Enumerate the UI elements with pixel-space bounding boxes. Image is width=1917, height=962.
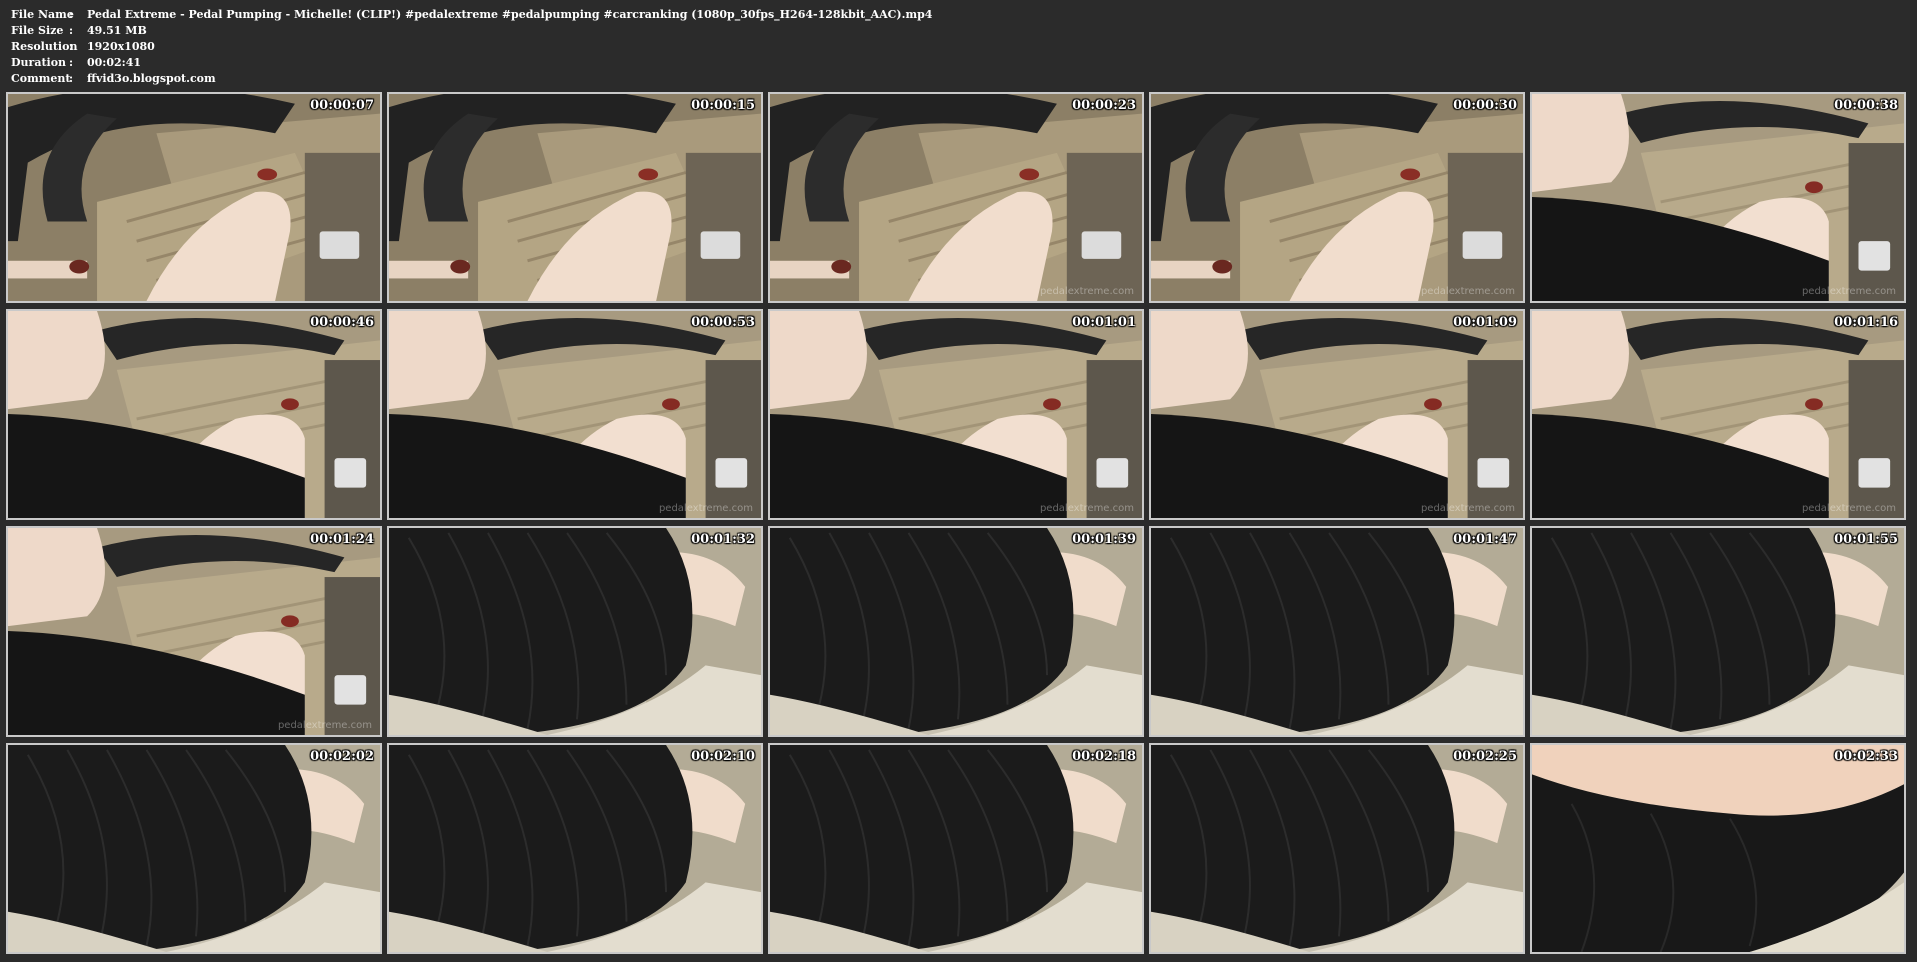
thumbnail-image [1151,745,1523,952]
thumbnail[interactable]: 00:01:32 [387,526,763,737]
info-label: File Name [11,8,74,21]
thumbnail[interactable]: 00:00:38 pedalextreme.com [1530,92,1906,303]
thumbnail-timestamp: 00:00:38 [1834,98,1898,113]
info-value-file-name: Pedal Extreme - Pedal Pumping - Michelle… [87,8,933,21]
thumbnail-timestamp: 00:02:10 [691,749,755,764]
thumbnail-timestamp: 00:02:18 [1072,749,1136,764]
thumbnail-timestamp: 00:00:53 [691,315,755,330]
info-value-duration: 00:02:41 [87,56,142,69]
info-row-duration: Duration : 00:02:41 [11,55,932,71]
info-value-comment: ffvid3o.blogspot.com [87,72,216,85]
thumbnail-timestamp: 00:01:47 [1453,532,1517,547]
thumbnail-watermark: pedalextreme.com [277,720,372,731]
thumbnail-image [389,311,761,518]
thumbnail-image [8,745,380,952]
thumbnail-timestamp: 00:01:32 [691,532,755,547]
thumbnail-watermark: pedalextreme.com [658,503,753,514]
thumbnail[interactable]: 00:02:25 [1149,743,1525,954]
thumbnail[interactable]: 00:02:02 [6,743,382,954]
thumbnail-watermark: pedalextreme.com [1801,286,1896,297]
thumbnail-timestamp: 00:01:01 [1072,315,1136,330]
thumbnail-image [770,528,1142,735]
thumbnail-image [389,745,761,952]
thumbnail-timestamp: 00:00:46 [310,315,374,330]
thumbnail[interactable]: 00:01:39 [768,526,1144,737]
thumbnail-watermark: pedalextreme.com [1420,503,1515,514]
thumbnail-timestamp: 00:01:24 [310,532,374,547]
thumbnail[interactable]: 00:00:23 pedalextreme.com [768,92,1144,303]
thumbnail-image [1532,528,1904,735]
thumbnail-timestamp: 00:01:16 [1834,315,1898,330]
thumbnail-image [1151,528,1523,735]
thumbnail[interactable]: 00:00:46 [6,309,382,520]
thumbnail-timestamp: 00:00:15 [691,98,755,113]
contact-sheet: File Name : Pedal Extreme - Pedal Pumpin… [0,0,1917,962]
thumbnail-grid: 00:00:07 00:00:15 00:00:23 pedalextreme.… [6,92,1906,954]
info-separator: : [69,72,74,85]
thumbnail-image [1532,745,1904,952]
thumbnail-watermark: pedalextreme.com [1420,286,1515,297]
thumbnail[interactable]: 00:01:01 pedalextreme.com [768,309,1144,520]
thumbnail[interactable]: 00:02:33 [1530,743,1906,954]
thumbnail[interactable]: 00:00:15 [387,92,763,303]
info-row-resolution: Resolution : 1920x1080 [11,39,932,55]
thumbnail-image [389,94,761,301]
file-info: File Name : Pedal Extreme - Pedal Pumpin… [11,7,932,87]
thumbnail-image [770,745,1142,952]
info-label: Duration [11,56,67,69]
thumbnail-timestamp: 00:02:02 [310,749,374,764]
thumbnail-timestamp: 00:00:30 [1453,98,1517,113]
info-row-comment: Comment : ffvid3o.blogspot.com [11,71,932,87]
thumbnail-image [8,94,380,301]
info-separator: : [69,56,74,69]
thumbnail-image [1151,311,1523,518]
info-label: Resolution [11,40,78,53]
info-separator: : [69,24,74,37]
info-separator: : [69,40,74,53]
thumbnail-watermark: pedalextreme.com [1801,503,1896,514]
thumbnail[interactable]: 00:02:18 [768,743,1144,954]
info-label: File Size [11,24,64,37]
thumbnail-timestamp: 00:02:33 [1834,749,1898,764]
thumbnail-timestamp: 00:00:07 [310,98,374,113]
info-value-file-size: 49.51 MB [87,24,147,37]
thumbnail-image [1532,94,1904,301]
thumbnail[interactable]: 00:02:10 [387,743,763,954]
thumbnail-image [770,94,1142,301]
thumbnail-watermark: pedalextreme.com [1039,286,1134,297]
thumbnail-image [1151,94,1523,301]
thumbnail-timestamp: 00:01:09 [1453,315,1517,330]
thumbnail[interactable]: 00:00:07 [6,92,382,303]
thumbnail[interactable]: 00:00:30 pedalextreme.com [1149,92,1525,303]
info-separator: : [69,8,74,21]
thumbnail[interactable]: 00:01:55 [1530,526,1906,737]
thumbnail-image [770,311,1142,518]
thumbnail-timestamp: 00:01:39 [1072,532,1136,547]
thumbnail[interactable]: 00:01:09 pedalextreme.com [1149,309,1525,520]
thumbnail-timestamp: 00:02:25 [1453,749,1517,764]
thumbnail-image [8,528,380,735]
thumbnail-image [389,528,761,735]
thumbnail-timestamp: 00:01:55 [1834,532,1898,547]
info-row-file-size: File Size : 49.51 MB [11,23,932,39]
thumbnail-watermark: pedalextreme.com [1039,503,1134,514]
thumbnail-image [1532,311,1904,518]
info-value-resolution: 1920x1080 [87,40,155,53]
info-row-file-name: File Name : Pedal Extreme - Pedal Pumpin… [11,7,932,23]
thumbnail[interactable]: 00:00:53 pedalextreme.com [387,309,763,520]
info-label: Comment [11,72,71,85]
thumbnail-timestamp: 00:00:23 [1072,98,1136,113]
thumbnail[interactable]: 00:01:24 pedalextreme.com [6,526,382,737]
thumbnail[interactable]: 00:01:47 [1149,526,1525,737]
thumbnail-image [8,311,380,518]
thumbnail[interactable]: 00:01:16 pedalextreme.com [1530,309,1906,520]
